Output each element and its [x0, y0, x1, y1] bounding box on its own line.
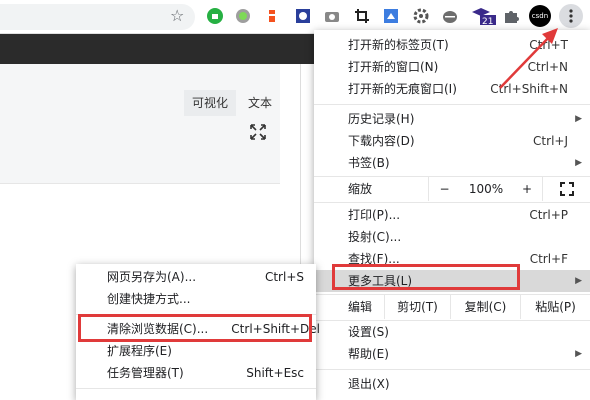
gear-flower-icon[interactable]: [412, 7, 430, 25]
submenu-arrow-icon: ▶: [575, 349, 582, 359]
menu-item-print[interactable]: 打印(P)... Ctrl+P: [314, 204, 590, 226]
menu-item-exit[interactable]: 退出(X): [314, 373, 590, 395]
edit-label: 编辑: [348, 300, 373, 314]
submenu-arrow-icon: ▶: [575, 158, 582, 168]
menu-item-cast[interactable]: 投射(C)...: [314, 226, 590, 248]
cut-button[interactable]: 剪切(T): [384, 295, 450, 319]
menu-item-history[interactable]: 历史记录(H) ▶: [314, 108, 590, 130]
menu-item-downloads[interactable]: 下载内容(D) Ctrl+J: [314, 130, 590, 152]
menu-divider: [314, 202, 590, 203]
highlight-more-tools: [332, 264, 520, 290]
blue-diamond-icon[interactable]: [382, 7, 400, 25]
crop-icon[interactable]: [353, 7, 371, 25]
zoom-in-button[interactable]: +: [512, 177, 542, 201]
submenu-item-extensions[interactable]: 扩展程序(E): [76, 340, 316, 362]
red-arrow-icon: [499, 28, 558, 89]
menu-item-help[interactable]: 帮助(E) ▶: [314, 343, 590, 365]
avatar-text: csdn: [531, 12, 549, 20]
highlight-clear-browsing-data: [78, 314, 312, 342]
lighthouse-icon[interactable]: [263, 7, 281, 25]
blue-puzzle-icon[interactable]: [294, 7, 312, 25]
grey-circle-icon[interactable]: [234, 7, 252, 25]
tab-visual[interactable]: 可视化: [184, 90, 237, 116]
zoom-label: 缩放: [348, 182, 373, 196]
green-thumb-icon[interactable]: [206, 7, 224, 25]
copy-button[interactable]: 复制(C): [450, 295, 520, 319]
edit-row: 编辑 剪切(T) 复制(C) 粘贴(P): [314, 295, 590, 319]
zoom-value: 100%: [468, 182, 504, 196]
zoom-out-button[interactable]: −: [428, 177, 460, 201]
expand-icon[interactable]: [250, 124, 266, 144]
menu-divider: [314, 369, 590, 370]
menu-item-settings[interactable]: 设置(S): [314, 321, 590, 343]
submenu-item-task-manager[interactable]: 任务管理器(T) Shift+Esc: [76, 362, 316, 384]
tab-text[interactable]: 文本: [240, 90, 280, 116]
menu-divider: [76, 388, 316, 389]
star-icon[interactable]: ☆: [170, 6, 184, 25]
android-icon[interactable]: [441, 7, 459, 25]
zoom-row: 缩放 − 100% +: [314, 177, 590, 201]
submenu-item-save-page[interactable]: 网页另存为(A)... Ctrl+S: [76, 266, 316, 288]
submenu-arrow-icon: ▶: [575, 114, 582, 124]
camera-icon[interactable]: [323, 7, 341, 25]
menu-item-bookmarks[interactable]: 书签(B) ▶: [314, 152, 590, 174]
address-bar[interactable]: [0, 4, 195, 30]
editor-panel: 可视化 文本: [0, 64, 280, 184]
paste-button[interactable]: 粘贴(P): [520, 295, 590, 319]
fullscreen-icon[interactable]: [542, 177, 590, 201]
menu-divider: [314, 104, 590, 105]
submenu-arrow-icon: ▶: [575, 276, 582, 286]
submenu-item-create-shortcut[interactable]: 创建快捷方式...: [76, 288, 316, 310]
